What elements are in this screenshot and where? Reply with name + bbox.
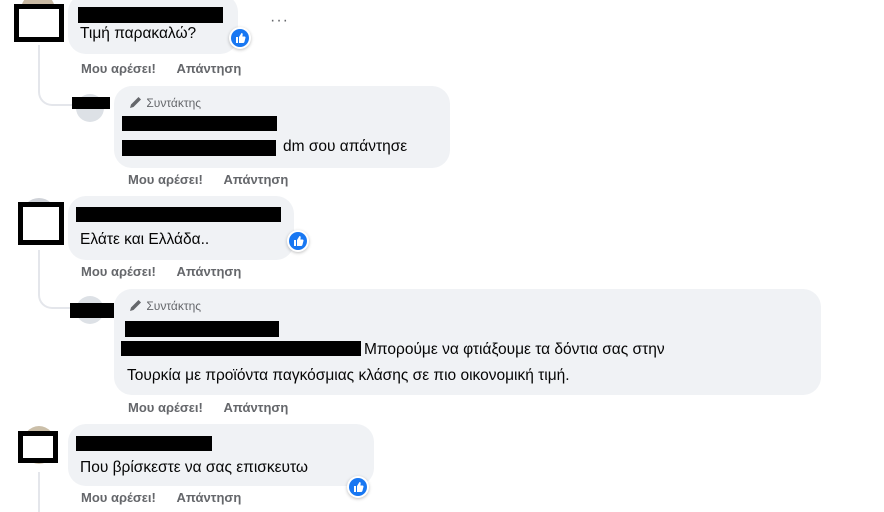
editor-badge: Συντάκτης xyxy=(129,95,201,110)
like-reaction-badge[interactable] xyxy=(229,27,251,49)
like-button[interactable]: Μου αρέσει! xyxy=(81,490,156,505)
like-button[interactable]: Μου αρέσει! xyxy=(81,264,156,279)
redacted-text xyxy=(121,341,361,356)
reply-button[interactable]: Απάντηση xyxy=(176,490,241,505)
thread-connector xyxy=(38,88,74,106)
avatar-redacted[interactable] xyxy=(18,202,64,245)
comment-actions: Μου αρέσει! Απάντηση xyxy=(81,264,241,279)
comment-text: Που βρίσκεστε να σας επισκευτω xyxy=(80,459,308,476)
avatar-redacted[interactable] xyxy=(18,431,58,463)
reply-actions: Μου αρέσει! Απάντηση xyxy=(128,172,288,187)
redacted-avatar xyxy=(72,97,110,109)
reply-button[interactable]: Απάντηση xyxy=(223,400,288,415)
reply-text: dm σου απάντησε xyxy=(283,138,408,155)
comment-text: Ελάτε και Ελλάδα.. xyxy=(80,231,210,248)
comment-actions: Μου αρέσει! Απάντηση xyxy=(81,61,241,76)
redacted-avatar xyxy=(70,303,114,318)
like-reaction-badge[interactable] xyxy=(287,230,309,252)
avatar-redacted[interactable] xyxy=(14,4,64,42)
reply-button[interactable]: Απάντηση xyxy=(223,172,288,187)
reply-actions: Μου αρέσει! Απάντηση xyxy=(128,400,288,415)
editor-badge-label: Συντάκτης xyxy=(146,96,202,110)
pencil-icon xyxy=(130,300,141,311)
thread-connector xyxy=(38,289,74,309)
comment-text: Τιμή παρακαλώ? xyxy=(80,25,197,42)
like-reaction-badge[interactable] xyxy=(347,476,369,498)
reply-text-line-1: Μπορούμε να φτιάξουμε τα δόντια σας στην xyxy=(364,341,665,358)
thumbs-up-icon xyxy=(349,478,367,496)
redacted-author-name xyxy=(125,321,279,337)
redacted-text xyxy=(122,140,276,156)
comment-bubble xyxy=(68,196,294,260)
thread-line xyxy=(38,45,40,90)
thread-line xyxy=(38,250,40,290)
reply-button[interactable]: Απάντηση xyxy=(176,264,241,279)
reply-button[interactable]: Απάντηση xyxy=(176,61,241,76)
thumbs-up-icon xyxy=(231,29,249,47)
redacted-author-name xyxy=(78,7,223,23)
redacted-author-name xyxy=(122,116,277,131)
more-options-icon[interactable]: ··· xyxy=(270,12,289,30)
like-button[interactable]: Μου αρέσει! xyxy=(81,61,156,76)
like-button[interactable]: Μου αρέσει! xyxy=(128,172,203,187)
comment-actions: Μου αρέσει! Απάντηση xyxy=(81,490,241,505)
redacted-author-name xyxy=(76,207,281,222)
like-button[interactable]: Μου αρέσει! xyxy=(128,400,203,415)
editor-badge: Συντάκτης xyxy=(129,298,201,313)
editor-badge-label: Συντάκτης xyxy=(146,299,202,313)
thumbs-up-icon xyxy=(289,232,307,250)
pencil-icon xyxy=(130,97,141,108)
thread-line xyxy=(38,472,40,512)
redacted-author-name xyxy=(76,436,212,451)
reply-text-line-2: Τουρκία με προϊόντα παγκόσμιας κλάσης σε… xyxy=(127,367,570,384)
